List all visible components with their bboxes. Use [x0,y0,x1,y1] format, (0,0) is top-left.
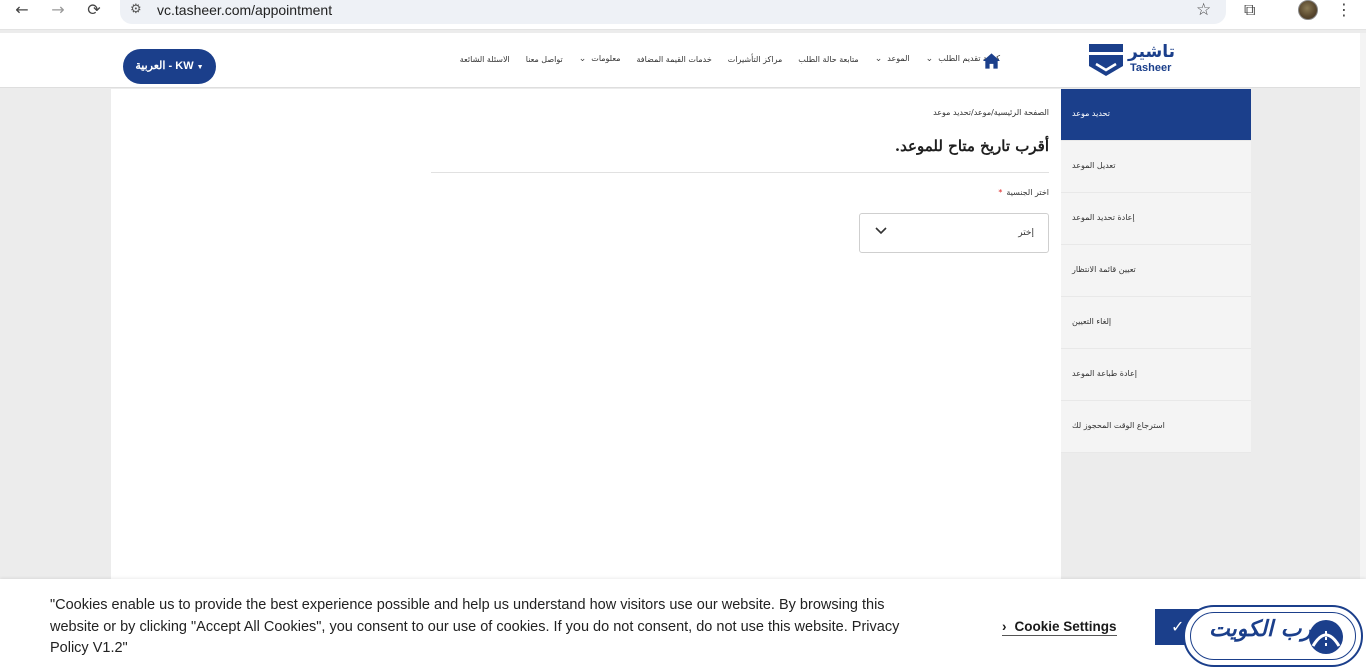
home-icon[interactable] [982,52,1001,70]
cookie-settings-link[interactable]: › Cookie Settings [1002,619,1117,636]
sidebar-item-reprint[interactable]: إعادة طباعة الموعد [1061,349,1251,401]
tasheer-logo[interactable]: تاشير Tasheer [1088,42,1178,82]
watermark-text: درب الكويت [1209,617,1322,642]
sidebar-item-waitlist[interactable]: تعيين قائمة الانتظار [1061,245,1251,297]
sidebar-item-retrieve[interactable]: استرجاع الوقت المحجوز لك [1061,401,1251,453]
page-title: أقرب تاريخ متاح للموعد. [894,137,1049,155]
cookie-banner: "Cookies enable us to provide the best e… [0,579,1366,670]
sidebar-item-label: استرجاع الوقت المحجوز لك [1072,421,1165,430]
sidebar-item-label: تحديد موعد [1072,109,1110,118]
forward-button[interactable]: → [46,0,70,22]
appointment-sidebar: تحديد موعد تعديل الموعد إعادة تحديد المو… [1061,89,1251,453]
nav-track-status[interactable]: متابعة حالة الطلب [798,55,858,64]
road-emblem-icon [1309,620,1343,654]
back-button[interactable]: ← [10,0,34,22]
sidebar-item-book-appointment[interactable]: تحديد موعد [1061,89,1251,141]
sidebar-item-label: تعيين قائمة الانتظار [1072,265,1136,274]
sidebar-item-label: إعادة تحديد الموعد [1072,213,1135,222]
chevron-down-icon: ⌄ [925,54,934,64]
address-bar[interactable]: ⚙ vc.tasheer.com/appointment [120,0,1226,24]
watermark-logo: درب الكويت [1183,605,1363,667]
nav-visa-centers[interactable]: مراكز التأشيرات [728,55,782,64]
chevron-down-icon: ⌄ [874,54,883,64]
nationality-label: اختر الجنسية* [998,188,1049,197]
caret-down-icon: ▼ [196,64,204,71]
cookie-settings-label: Cookie Settings [1014,619,1117,634]
nationality-select[interactable]: إختر [859,213,1049,253]
browser-toolbar: ← → ⟳ ⚙ vc.tasheer.com/appointment ☆ ⧉ ⋮ [0,0,1366,30]
sidebar-item-reschedule[interactable]: إعادة تحديد الموعد [1061,193,1251,245]
chevron-down-icon: ⌄ [578,54,587,64]
nationality-label-text: اختر الجنسية [1006,188,1049,197]
main-content: الصفحة الرئيسية/موعد/تحديد موعد أقرب تار… [111,89,1061,579]
logo-english-text: Tasheer [1130,62,1172,74]
breadcrumb[interactable]: الصفحة الرئيسية/موعد/تحديد موعد [933,108,1049,117]
page-scrollbar[interactable] [1360,33,1366,670]
sidebar-item-cancel[interactable]: إلغاء التعيين [1061,297,1251,349]
profile-avatar[interactable] [1298,0,1318,20]
logo-arabic-text: تاشير [1128,42,1175,62]
sidebar-background [1061,453,1251,579]
nav-faq[interactable]: الاسئلة الشائعة [460,55,510,64]
nav-information-label: معلومات [591,54,621,63]
reload-button[interactable]: ⟳ [82,0,106,22]
cookie-message: "Cookies enable us to provide the best e… [50,597,900,656]
sidebar-item-label: تعديل الموعد [1072,161,1116,170]
extensions-icon[interactable]: ⧉ [1244,0,1255,20]
chevron-down-icon [875,227,887,235]
site-header: العربية - KW ▼ كيفية تقديم الطلب⌄ الموعد… [0,33,1366,88]
nav-information[interactable]: معلومات ⌄ [579,54,621,64]
nav-contact[interactable]: تواصل معنا [526,55,563,64]
sidebar-item-label: إلغاء التعيين [1072,317,1112,326]
browser-menu-icon[interactable]: ⋮ [1336,0,1352,19]
tasheer-logo-mark [1089,44,1123,76]
chevron-right-icon: › [1002,619,1007,634]
language-label: العربية - KW [135,60,194,72]
nav-appointment[interactable]: الموعد ⌄ [875,54,910,64]
site-settings-icon[interactable]: ⚙ [130,2,142,17]
required-mark: * [998,188,1003,197]
nav-value-added[interactable]: خدمات القيمة المضافة [636,55,711,64]
main-nav: كيفية تقديم الطلب⌄ الموعد⌄ متابعة حالة ا… [460,54,1000,64]
watermark-inner-ring: درب الكويت [1190,612,1356,660]
divider [431,172,1049,173]
nationality-select-value: إختر [1018,228,1034,238]
url-text[interactable]: vc.tasheer.com/appointment [157,2,332,18]
sidebar-item-label: إعادة طباعة الموعد [1072,369,1137,378]
sidebar-item-edit-appointment[interactable]: تعديل الموعد [1061,141,1251,193]
language-country-button[interactable]: العربية - KW ▼ [123,49,216,84]
nav-appointment-label: الموعد [887,54,910,63]
bookmark-star-icon[interactable]: ☆ [1196,0,1211,20]
